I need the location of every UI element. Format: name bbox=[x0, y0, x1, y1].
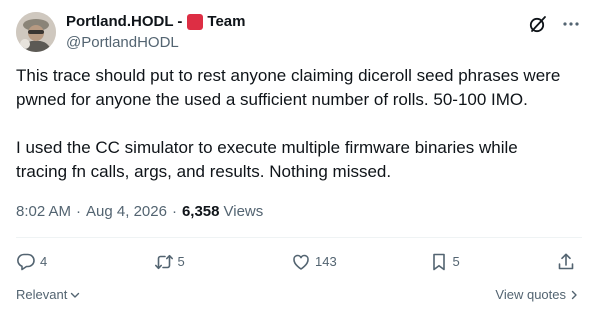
grok-icon[interactable] bbox=[528, 14, 548, 34]
display-name-text[interactable]: Portland.HODL - bbox=[66, 12, 182, 32]
tweet-text-line: pwned for anyone the used a sufficient n… bbox=[16, 90, 528, 109]
action-bar: 4 5 143 5 bbox=[16, 252, 580, 272]
reply-button[interactable]: 4 bbox=[16, 252, 136, 272]
replies-footer: Relevant View quotes bbox=[16, 286, 580, 304]
bookmark-button[interactable]: 5 bbox=[429, 252, 539, 272]
display-name-suffix[interactable]: Team bbox=[207, 12, 245, 32]
like-count: 143 bbox=[315, 254, 337, 269]
bookmark-count: 5 bbox=[452, 254, 460, 269]
tweet-date[interactable]: Aug 4, 2026 bbox=[86, 202, 167, 222]
repost-count: 5 bbox=[177, 254, 185, 269]
author-block: Portland.HODL - Team @PortlandHODL bbox=[66, 12, 245, 53]
reply-icon bbox=[17, 253, 35, 271]
meta-separator: · bbox=[171, 203, 177, 220]
tweet-text-line: I used the CC simulator to execute multi… bbox=[16, 138, 518, 157]
view-quotes-link[interactable]: View quotes bbox=[495, 286, 580, 304]
tweet-card: Portland.HODL - Team @PortlandHODL This … bbox=[0, 0, 598, 315]
repost-icon bbox=[154, 254, 173, 270]
repost-button[interactable]: 5 bbox=[154, 252, 274, 272]
tweet-text-line: This trace should put to rest anyone cla… bbox=[16, 66, 561, 85]
tweet-meta: 8:02 AM · Aug 4, 2026 · 6,358 Views bbox=[16, 202, 263, 222]
author-handle[interactable]: @PortlandHODL bbox=[66, 33, 245, 53]
more-icon[interactable] bbox=[562, 15, 580, 33]
meta-separator: · bbox=[76, 203, 82, 220]
share-icon bbox=[558, 253, 574, 270]
bookmark-icon bbox=[432, 253, 445, 271]
tweet-time[interactable]: 8:02 AM bbox=[16, 202, 71, 222]
chevron-right-icon bbox=[571, 290, 577, 300]
author-display-name[interactable]: Portland.HODL - Team bbox=[66, 12, 245, 32]
divider bbox=[16, 237, 582, 238]
red-square-emoji-icon bbox=[187, 14, 204, 30]
tweet-text-line: tracing fn calls, args, and results. Not… bbox=[16, 162, 392, 181]
chevron-down-icon bbox=[71, 292, 80, 298]
heart-icon bbox=[293, 254, 309, 270]
views-count[interactable]: 6,358 bbox=[182, 202, 220, 222]
views-label[interactable]: Views bbox=[224, 202, 264, 222]
share-button[interactable] bbox=[556, 252, 580, 272]
avatar[interactable] bbox=[16, 12, 56, 52]
reply-count: 4 bbox=[40, 254, 48, 269]
view-quotes-label: View quotes bbox=[495, 287, 566, 302]
tweet-text: This trace should put to rest anyone cla… bbox=[16, 64, 582, 184]
like-button[interactable]: 143 bbox=[291, 252, 411, 272]
sort-replies-dropdown[interactable]: Relevant bbox=[16, 286, 81, 304]
sort-label: Relevant bbox=[16, 287, 68, 302]
header-actions bbox=[528, 14, 580, 34]
